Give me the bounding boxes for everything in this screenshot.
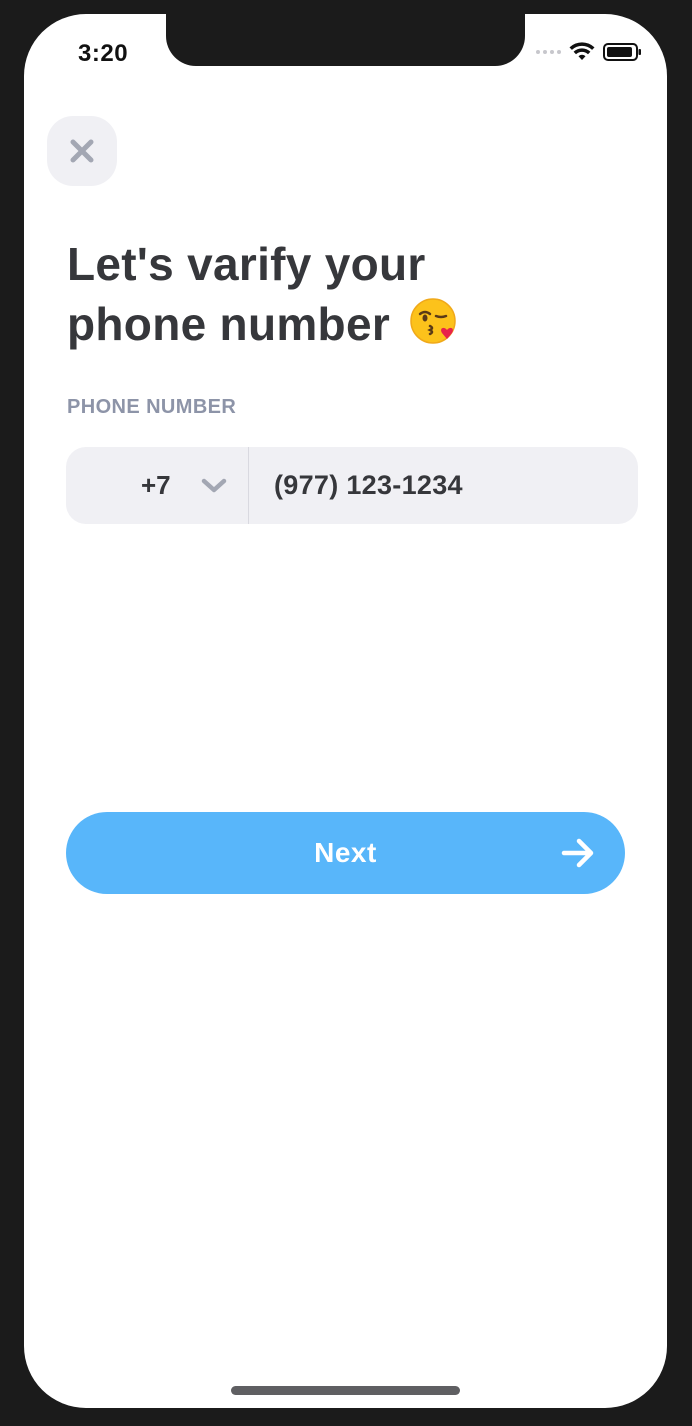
- next-button[interactable]: Next: [66, 812, 625, 894]
- page-title: Let's varify your phone number: [67, 234, 587, 354]
- status-icons: [536, 42, 643, 62]
- phone-number-label: PHONE NUMBER: [67, 396, 237, 418]
- title-line-1: Let's varify your: [67, 238, 426, 290]
- wifi-icon: [569, 42, 595, 60]
- kissing-face-icon: [410, 298, 456, 344]
- country-code-value: +7: [141, 470, 171, 500]
- phone-screen: 3:20 Let's varify your phone number PHON…: [24, 14, 667, 1408]
- device-frame: 3:20 Let's varify your phone number PHON…: [0, 0, 692, 1426]
- signal-icon: [536, 50, 561, 54]
- chevron-down-icon: [201, 478, 227, 494]
- battery-icon: [603, 43, 641, 61]
- device-notch: [166, 14, 525, 66]
- phone-number-field: +7: [66, 446, 638, 525]
- close-button[interactable]: [47, 116, 117, 186]
- close-icon: [70, 139, 94, 163]
- phone-number-input[interactable]: [249, 446, 638, 525]
- home-indicator[interactable]: [231, 1386, 460, 1395]
- arrow-right-icon: [561, 838, 594, 868]
- country-code-select[interactable]: +7: [66, 447, 249, 524]
- next-button-label: Next: [314, 837, 377, 868]
- title-line-2: phone number: [67, 298, 391, 350]
- status-time: 3:20: [78, 40, 129, 67]
